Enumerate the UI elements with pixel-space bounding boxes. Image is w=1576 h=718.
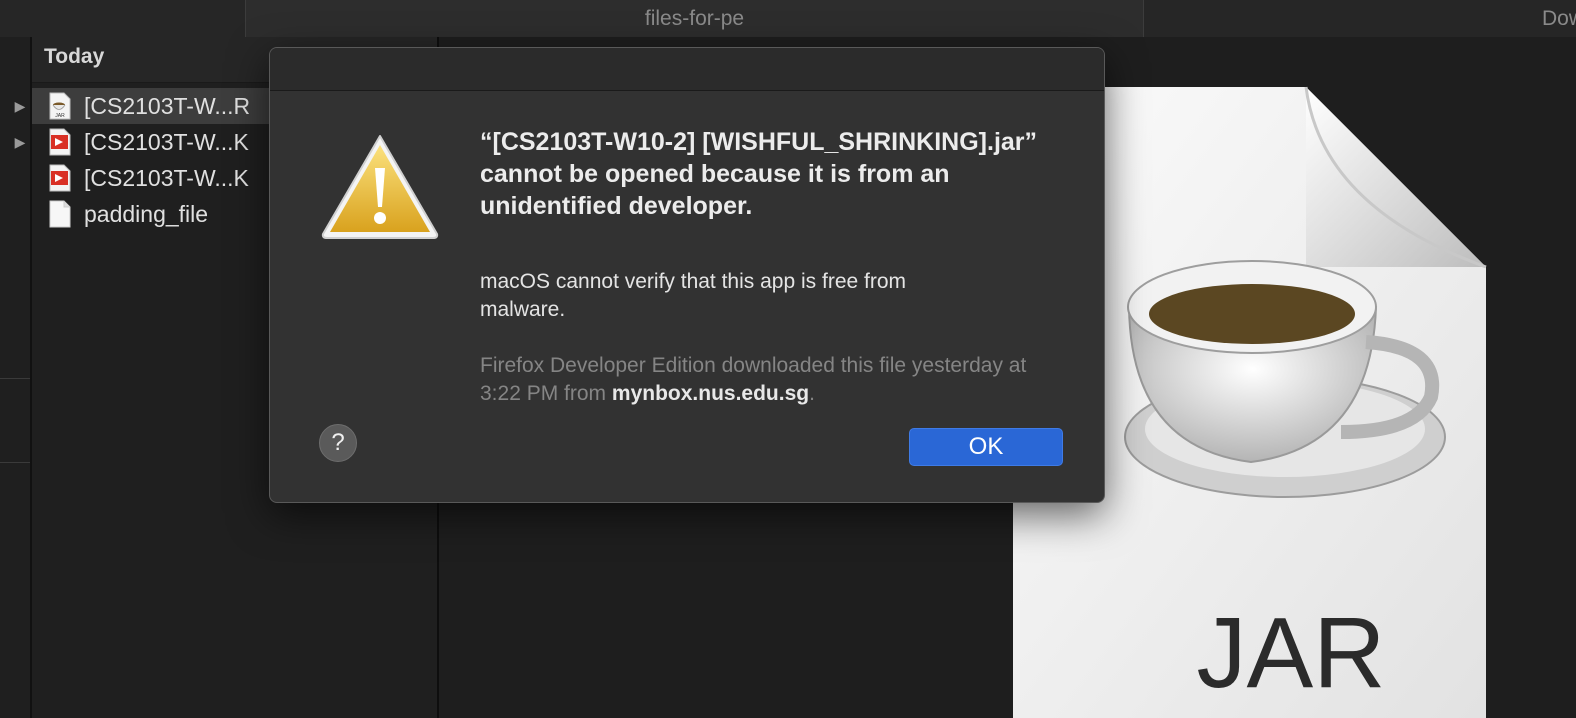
- alert-headline: “[CS2103T-W10-2] [WISHFUL_SHRINKING].jar…: [480, 128, 1038, 220]
- jar-file-icon: JAR: [49, 92, 71, 120]
- alert-body: macOS cannot verify that this app is fre…: [480, 270, 907, 321]
- divider: [0, 378, 30, 379]
- source-domain: mynbox.nus.edu.sg: [611, 382, 810, 405]
- help-button[interactable]: ?: [319, 424, 357, 462]
- warning-triangle-icon: [321, 135, 439, 239]
- pdf-file-icon: [49, 128, 71, 156]
- finder-window: files-for-pe Dow Today ▶ JAR [CS2103T-W.…: [0, 0, 1576, 718]
- pdf-file-icon: [49, 164, 71, 192]
- disclosure-triangle-icon[interactable]: ▶: [12, 98, 28, 115]
- file-name: [CS2103T-W...K: [84, 164, 249, 191]
- file-name: padding_file: [84, 200, 209, 227]
- gatekeeper-alert-dialog: “[CS2103T-W10-2] [WISHFUL_SHRINKING].jar…: [269, 47, 1105, 503]
- jar-label: JAR: [1197, 597, 1386, 709]
- download-source: Firefox Developer Edition downloaded thi…: [480, 352, 1040, 408]
- divider: [0, 462, 30, 463]
- file-name: [CS2103T-W...K: [84, 128, 249, 155]
- column-header-label: Today: [44, 45, 105, 68]
- file-name: [CS2103T-W...R: [84, 92, 251, 119]
- dialog-titlebar: [270, 48, 1104, 91]
- tab-files-for-pe-label: files-for-pe: [644, 6, 745, 30]
- tab-downloads-label: Dow: [1541, 6, 1576, 30]
- ok-button[interactable]: OK: [909, 428, 1063, 466]
- tab-downloads[interactable]: Dow: [1144, 0, 1576, 37]
- tab-files-for-pe[interactable]: files-for-pe: [246, 0, 1144, 37]
- source-suffix: .: [809, 382, 815, 405]
- svg-text:JAR: JAR: [55, 113, 65, 119]
- disclosure-triangle-icon[interactable]: ▶: [12, 134, 28, 151]
- document-file-icon: [49, 200, 71, 228]
- tab-bar: files-for-pe Dow: [0, 0, 1576, 37]
- tab-previous[interactable]: [0, 0, 246, 37]
